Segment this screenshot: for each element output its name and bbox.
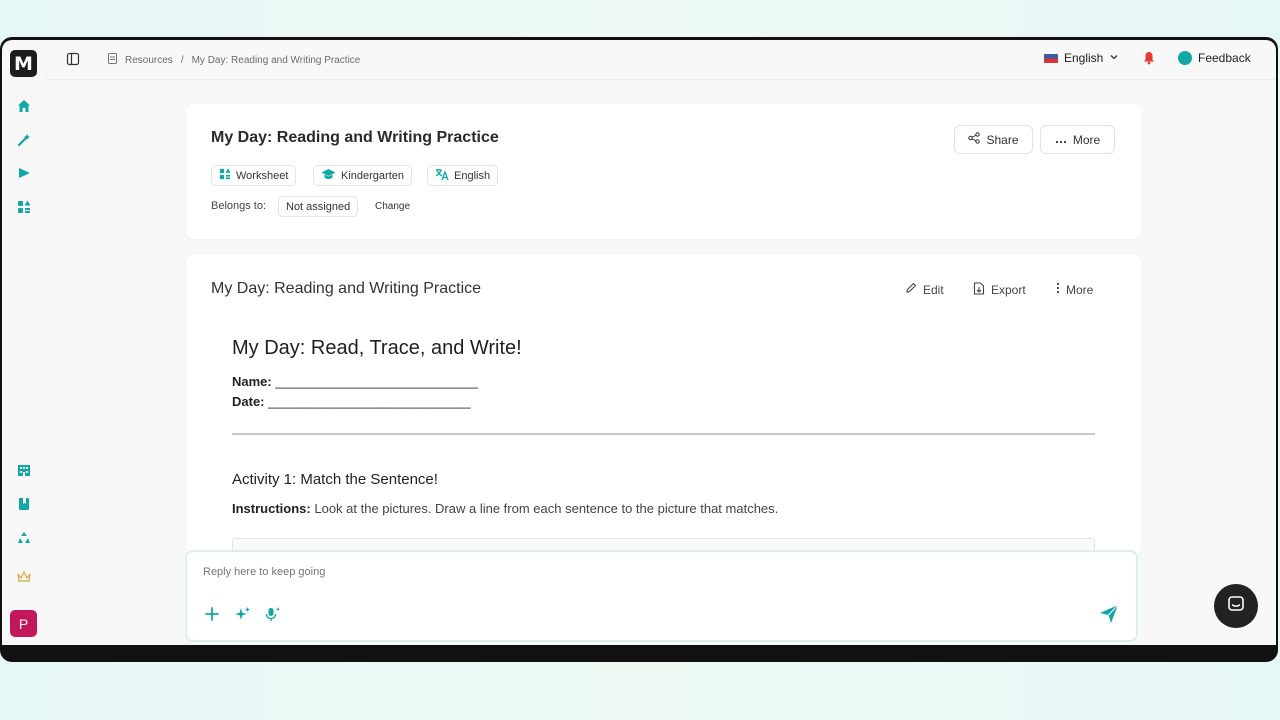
add-icon[interactable] (203, 605, 221, 623)
pencil-icon (905, 282, 917, 297)
date-field: Date: ____________________________ (232, 394, 471, 409)
share-label: Share (986, 132, 1019, 147)
edit-button[interactable]: Edit (905, 282, 944, 297)
export-label: Export (991, 283, 1026, 297)
tag-worksheet-label: Worksheet (236, 169, 289, 182)
document-card: My Day: Reading and Writing Practice Edi… (186, 255, 1141, 555)
breadcrumb-current: My Day: Reading and Writing Practice (191, 54, 361, 66)
language-label: English (1064, 51, 1104, 65)
instructions: Instructions: Look at the pictures. Draw… (232, 501, 778, 516)
belongs-to-label: Belongs to: (211, 200, 267, 212)
breadcrumb-resources[interactable]: Resources (125, 55, 173, 66)
edit-label: Edit (923, 282, 944, 297)
user-avatar[interactable]: P (10, 610, 37, 637)
chat-icon (1178, 51, 1192, 65)
voice-input-icon[interactable] (264, 605, 282, 623)
document-icon (108, 53, 117, 67)
share-icon (968, 132, 981, 147)
worksheet-heading: My Day: Read, Trace, and Write! (232, 337, 522, 359)
breadcrumb: Resources / My Day: Reading and Writing … (108, 53, 360, 67)
school-building-icon[interactable] (16, 462, 32, 478)
name-field: Name: ____________________________ (232, 374, 478, 389)
reply-input[interactable] (203, 566, 803, 578)
document-more-button[interactable]: More (1056, 282, 1093, 297)
recycle-icon[interactable] (16, 530, 32, 546)
more-vertical-icon (1056, 282, 1060, 297)
tag-grade: Kindergarten (313, 165, 412, 186)
send-icon[interactable] (1099, 604, 1119, 624)
instructions-label: Instructions: (232, 501, 311, 516)
tag-language-label: English (454, 169, 491, 182)
magic-wand-icon[interactable] (16, 132, 32, 148)
translate-icon (435, 168, 449, 184)
resource-header-card: My Day: Reading and Writing Practice Sha… (186, 104, 1141, 239)
sparkle-icon[interactable] (234, 605, 252, 623)
feedback-button[interactable]: Feedback (1178, 51, 1251, 65)
date-label: Date: (232, 394, 265, 409)
resource-title: My Day: Reading and Writing Practice (211, 129, 499, 146)
home-icon[interactable] (16, 98, 32, 114)
assignment-badge: Not assigned (278, 196, 359, 217)
change-assignment-link[interactable]: Change (375, 201, 410, 212)
tag-language: English (427, 165, 499, 186)
sidebar-toggle-icon[interactable] (66, 52, 80, 66)
breadcrumb-separator: / (180, 54, 184, 66)
document-title: My Day: Reading and Writing Practice (211, 280, 482, 297)
app-window: M P Resources / My Day: Reading and Writ… (2, 40, 1276, 645)
app-logo[interactable]: M (10, 50, 37, 77)
top-bar: Resources / My Day: Reading and Writing … (46, 40, 1276, 80)
chevron-down-icon (1109, 51, 1119, 65)
support-chat-button[interactable] (1214, 584, 1258, 628)
bookmark-icon[interactable] (16, 496, 32, 512)
feedback-label: Feedback (1198, 51, 1251, 65)
name-label: Name: (232, 374, 272, 389)
resources-icon[interactable] (16, 199, 32, 215)
tag-grade-label: Kindergarten (341, 169, 404, 182)
graduation-cap-icon (321, 168, 336, 183)
section-divider (232, 433, 1095, 435)
worksheet-icon (219, 168, 231, 183)
language-select[interactable]: English (1044, 51, 1119, 65)
play-icon[interactable] (16, 165, 32, 181)
document-more-label: More (1066, 282, 1094, 297)
chat-bubble-icon (1227, 595, 1245, 618)
flag-icon (1044, 53, 1058, 63)
more-horizontal-icon (1055, 133, 1067, 147)
export-button[interactable]: Export (973, 282, 1026, 298)
sidebar: M P (2, 40, 46, 645)
tag-worksheet: Worksheet (211, 165, 297, 186)
more-button[interactable]: More (1040, 125, 1115, 154)
instructions-text: Look at the pictures. Draw a line from e… (314, 501, 779, 516)
reply-composer (185, 550, 1138, 642)
export-file-icon (973, 282, 985, 298)
activity-heading: Activity 1: Match the Sentence! (232, 471, 438, 488)
name-blank: ____________________________ (275, 374, 478, 389)
crown-icon[interactable] (16, 569, 32, 585)
more-label: More (1072, 132, 1101, 147)
share-button[interactable]: Share (954, 125, 1033, 154)
date-blank: ____________________________ (268, 394, 471, 409)
notification-bell-icon[interactable] (1142, 51, 1156, 65)
